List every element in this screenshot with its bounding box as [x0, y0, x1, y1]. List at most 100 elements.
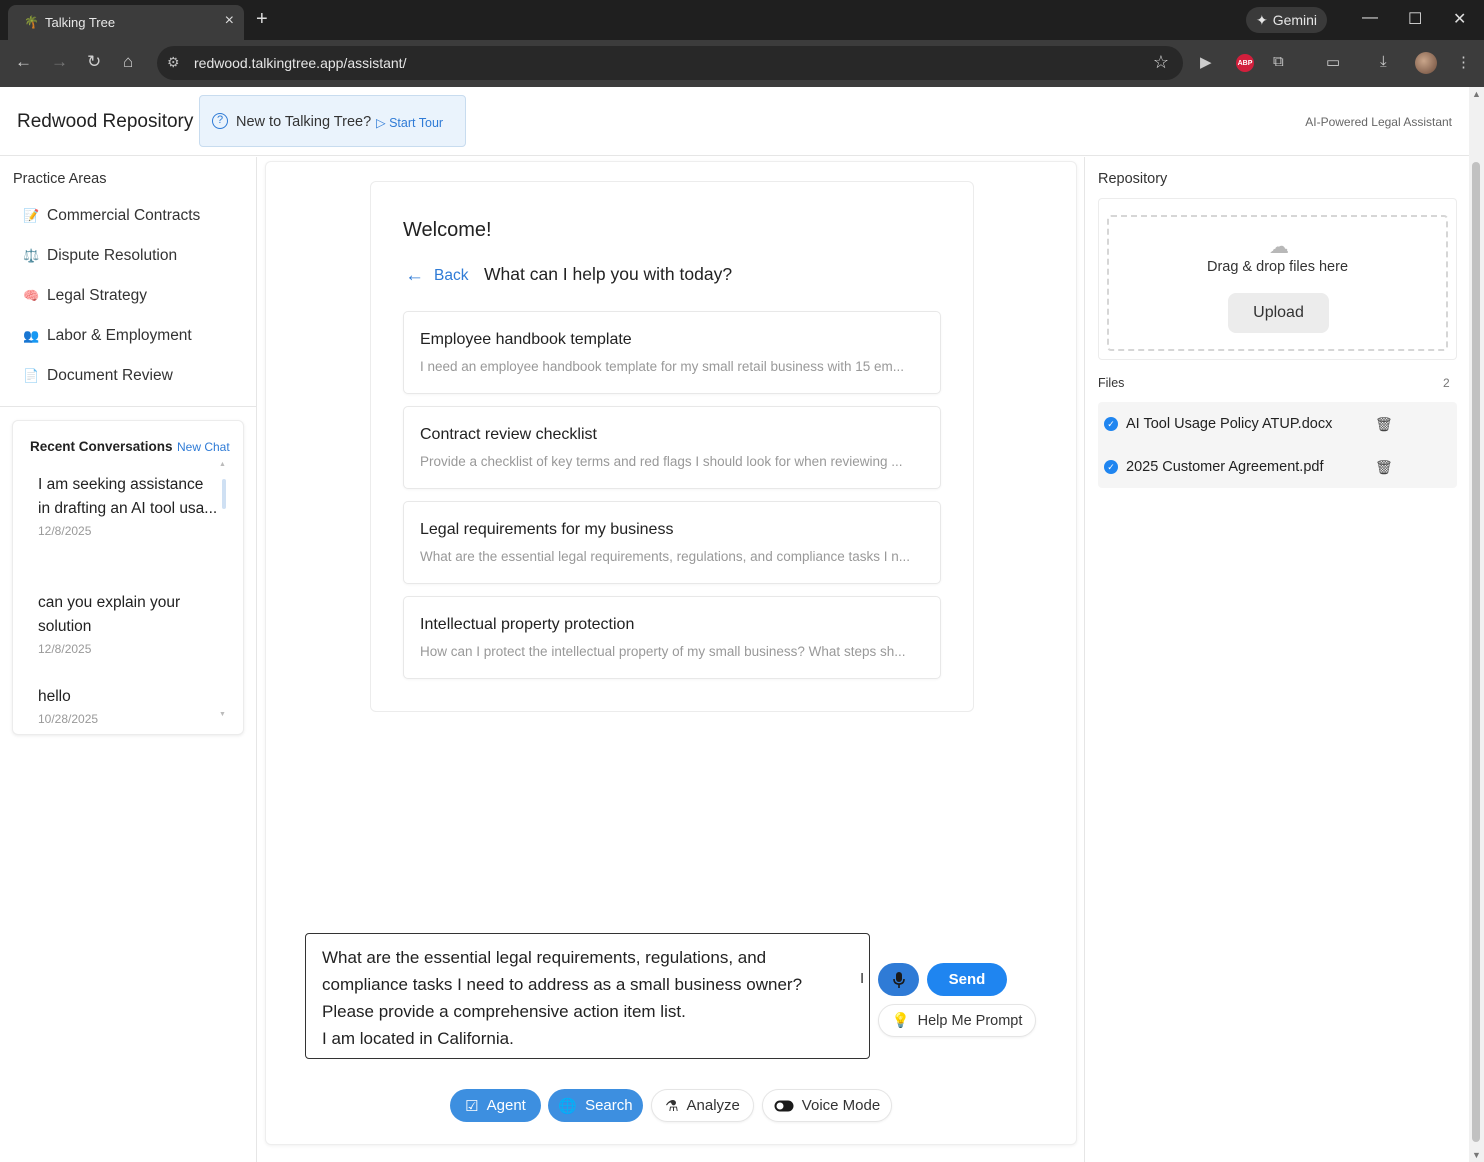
send-button[interactable]: Send — [927, 963, 1007, 996]
cloud-upload-icon: ☁ — [1269, 236, 1289, 258]
reload-icon[interactable]: ↻ — [87, 52, 101, 72]
prompt-description: I need an employee handbook template for… — [420, 359, 905, 374]
tagline: AI-Powered Legal Assistant — [1305, 115, 1452, 129]
prompt-suggestion-card[interactable]: Intellectual property protection How can… — [403, 596, 941, 679]
memo-icon: 📝 — [23, 208, 40, 223]
trash-icon[interactable]: 🗑 — [1375, 416, 1393, 433]
upload-button[interactable]: Upload — [1228, 293, 1329, 333]
download-icon[interactable]: ⤓ — [1380, 53, 1387, 70]
microphone-button[interactable] — [878, 963, 919, 996]
file-dropzone[interactable]: ☁ Drag & drop files here Upload — [1107, 215, 1448, 351]
sidebar-divider — [0, 406, 256, 407]
prompt-suggestion-card[interactable]: Employee handbook template I need an emp… — [403, 311, 941, 394]
recent-conversations-title: Recent Conversations — [30, 439, 173, 454]
brain-icon: 🧠 — [23, 288, 40, 303]
conversation-date: 10/28/2025 — [38, 712, 99, 726]
site-info-icon[interactable]: ⚙ — [167, 54, 180, 71]
document-check-icon: ☑ — [465, 1097, 479, 1115]
practice-area-document-review[interactable]: 📄 Document Review — [23, 364, 173, 388]
scroll-up-icon[interactable]: ▲ — [1472, 89, 1481, 99]
dropzone-container: ☁ Drag & drop files here Upload — [1098, 198, 1457, 360]
document-icon: 📄 — [23, 368, 40, 383]
practice-area-commercial-contracts[interactable]: 📝 Commercial Contracts — [23, 204, 200, 228]
prompt-suggestion-card[interactable]: Contract review checklist Provide a chec… — [403, 406, 941, 489]
close-window-icon[interactable]: ✕ — [1453, 9, 1466, 29]
lightbulb-icon: 💡 — [891, 1013, 910, 1029]
practice-area-dispute-resolution[interactable]: ⚖️ Dispute Resolution — [23, 244, 177, 268]
voice-mode-toggle[interactable]: Voice Mode — [762, 1089, 892, 1122]
conversation-date: 12/8/2025 — [38, 524, 92, 538]
conversation-item[interactable]: I am seeking assistance in drafting an A… — [38, 473, 218, 538]
prompt-title: Contract review checklist — [420, 426, 597, 443]
page-scrollbar[interactable]: ▲ ▼ — [1469, 87, 1484, 1162]
back-label: Back — [434, 267, 469, 284]
check-circle-icon[interactable]: ✓ — [1104, 417, 1118, 431]
question-circle-icon: ? — [212, 113, 228, 129]
extension-icon[interactable]: ▶ — [1200, 53, 1212, 71]
scroll-down-icon[interactable]: ▼ — [1472, 1150, 1481, 1160]
toggle-icon — [774, 1100, 794, 1111]
dropzone-text: Drag & drop files here — [1206, 259, 1349, 275]
conversation-date: 12/8/2025 — [38, 642, 92, 656]
tab-close-icon[interactable]: × — [225, 12, 234, 30]
prompt-description: What are the essential legal requirement… — [420, 549, 911, 564]
file-row[interactable]: ✓ AI Tool Usage Policy ATUP.docx 🗑 — [1098, 404, 1457, 444]
minimize-icon[interactable]: — — [1362, 9, 1378, 27]
scroll-down-icon[interactable]: ▼ — [219, 711, 226, 718]
tab-favicon-icon: 🌴 — [24, 15, 39, 29]
search-mode-button[interactable]: 🌐 Search — [548, 1089, 643, 1122]
left-sidebar: Practice Areas 📝 Commercial Contracts ⚖️… — [0, 157, 257, 1162]
maximize-icon[interactable]: ☐ — [1408, 9, 1422, 29]
people-icon: 👥 — [23, 328, 40, 343]
browser-titlebar: 🌴 Talking Tree × + ✦ Gemini — ☐ ✕ — [0, 0, 1484, 40]
puzzle-extensions-icon[interactable]: ⧉ — [1273, 53, 1284, 70]
practice-area-label: Document Review — [47, 367, 173, 384]
conversation-text: hello — [38, 688, 71, 705]
main-panel: Welcome! ← Back What can I help you with… — [265, 161, 1077, 1145]
file-row[interactable]: ✓ 2025 Customer Agreement.pdf 🗑 — [1098, 447, 1457, 487]
agent-mode-button[interactable]: ☑ Agent — [450, 1089, 541, 1122]
practice-area-legal-strategy[interactable]: 🧠 Legal Strategy — [23, 284, 147, 308]
url-text: redwood.talkingtree.app/assistant/ — [194, 55, 407, 71]
conversation-text: I am seeking assistance in drafting an A… — [38, 476, 218, 517]
tour-banner: ? New to Talking Tree? ▷ Start Tour — [199, 95, 466, 147]
address-bar[interactable]: ⚙ redwood.talkingtree.app/assistant/ ☆ — [157, 46, 1183, 80]
prompt-description: How can I protect the intellectual prope… — [420, 644, 906, 659]
text-cursor-icon: I — [860, 970, 865, 987]
new-chat-link[interactable]: New Chat — [177, 440, 230, 454]
browser-tab[interactable]: 🌴 Talking Tree × — [8, 5, 244, 40]
gemini-button[interactable]: ✦ Gemini — [1246, 7, 1327, 33]
tab-search-icon[interactable]: ▭ — [1326, 53, 1340, 71]
new-tab-icon[interactable]: + — [256, 8, 268, 31]
check-circle-icon[interactable]: ✓ — [1104, 460, 1118, 474]
help-question: What can I help you with today? — [484, 264, 733, 284]
analyze-mode-button[interactable]: ⚗ Analyze — [651, 1089, 754, 1122]
practice-area-label: Labor & Employment — [47, 327, 192, 344]
adblock-icon[interactable]: ABP — [1236, 54, 1254, 72]
practice-area-labor-employment[interactable]: 👥 Labor & Employment — [23, 324, 192, 348]
voice-mode-label: Voice Mode — [801, 1097, 881, 1114]
prompt-description: Provide a checklist of key terms and red… — [420, 454, 903, 469]
help-me-prompt-button[interactable]: 💡 Help Me Prompt — [878, 1004, 1036, 1037]
practice-area-label: Dispute Resolution — [47, 247, 178, 264]
files-list: ✓ AI Tool Usage Policy ATUP.docx 🗑 ✓ 202… — [1098, 402, 1457, 488]
gemini-label: Gemini — [1272, 12, 1318, 28]
prompt-suggestion-card[interactable]: Legal requirements for my business What … — [403, 501, 941, 584]
back-arrow-icon[interactable]: ← — [15, 52, 32, 72]
message-input[interactable]: What are the essential legal requirement… — [305, 933, 870, 1059]
bookmark-star-icon[interactable]: ☆ — [1153, 52, 1169, 73]
start-tour-label: Start Tour — [389, 116, 444, 130]
scrollbar-thumb[interactable] — [1472, 162, 1480, 1142]
search-label: Search — [585, 1097, 633, 1114]
home-icon[interactable]: ⌂ — [123, 52, 133, 72]
start-tour-link[interactable]: ▷ Start Tour — [376, 115, 443, 130]
trash-icon[interactable]: 🗑 — [1375, 459, 1393, 476]
recent-scrollbar-thumb[interactable] — [222, 479, 226, 509]
conversation-item[interactable]: can you explain your solution 12/8/2025 — [38, 591, 218, 656]
back-button[interactable]: ← Back — [405, 265, 468, 287]
forward-arrow-icon[interactable]: → — [51, 52, 68, 72]
conversation-item[interactable]: hello 10/28/2025 — [38, 685, 218, 726]
menu-kebab-icon[interactable]: ⋮ — [1456, 53, 1471, 71]
profile-avatar[interactable] — [1415, 52, 1437, 74]
scroll-up-icon[interactable]: ▲ — [219, 461, 226, 468]
